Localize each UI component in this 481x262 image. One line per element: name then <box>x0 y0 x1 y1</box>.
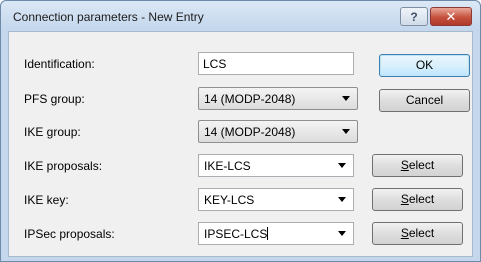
select-label: elect <box>408 226 435 240</box>
window-title: Connection parameters - New Entry <box>13 10 204 24</box>
ike-group-value: 14 (MODP-2048) <box>204 125 296 139</box>
ike-group-label: IKE group: <box>24 125 81 139</box>
ipsec-proposals-value: IPSEC-LCS <box>204 227 268 241</box>
ike-key-combo[interactable]: KEY-LCS <box>198 188 354 211</box>
identification-value: LCS <box>203 57 227 71</box>
ike-group-dropdown[interactable]: 14 (MODP-2048) <box>198 120 358 143</box>
dropdown-arrow-icon[interactable] <box>338 163 346 168</box>
dialog-window: Connection parameters - New Entry ? ✕ Id… <box>0 0 481 262</box>
title-bar[interactable]: Connection parameters - New Entry ? ✕ <box>1 1 480 31</box>
dropdown-arrow-icon <box>342 96 350 101</box>
ipsec-proposals-input: IPSEC-LCS <box>204 227 269 241</box>
ipsec-proposals-label: IPSec proposals: <box>24 227 115 241</box>
select-accelerator: S <box>400 226 409 240</box>
close-x-icon: ✕ <box>445 9 457 24</box>
close-button[interactable]: ✕ <box>430 7 472 26</box>
text-cursor <box>267 227 269 240</box>
dropdown-arrow-icon[interactable] <box>338 197 346 202</box>
dialog-content: Identification: LCS PFS group: 14 (MODP-… <box>8 31 473 257</box>
cancel-button[interactable]: Cancel <box>379 89 470 112</box>
ike-proposals-label: IKE proposals: <box>24 159 103 173</box>
help-question-icon: ? <box>410 9 418 24</box>
ike-key-label: IKE key: <box>24 193 69 207</box>
pfs-group-label: PFS group: <box>24 92 85 106</box>
identification-label: Identification: <box>24 57 95 71</box>
pfs-group-value: 14 (MODP-2048) <box>204 92 296 106</box>
pfs-group-dropdown[interactable]: 14 (MODP-2048) <box>198 87 358 110</box>
select-ike-proposals-button[interactable]: Select <box>372 154 463 177</box>
ike-key-value: KEY-LCS <box>204 193 255 207</box>
ike-proposals-value: IKE-LCS <box>204 159 251 173</box>
ok-button[interactable]: OK <box>379 54 470 77</box>
select-label: elect <box>408 192 435 206</box>
select-ike-key-button[interactable]: Select <box>372 188 463 211</box>
select-accelerator: S <box>400 158 409 172</box>
dropdown-arrow-icon[interactable] <box>338 231 346 236</box>
ipsec-proposals-combo[interactable]: IPSEC-LCS <box>198 222 354 245</box>
ike-proposals-combo[interactable]: IKE-LCS <box>198 154 354 177</box>
select-ipsec-proposals-button[interactable]: Select <box>372 222 463 245</box>
select-accelerator: S <box>400 192 409 206</box>
select-label: elect <box>408 158 435 172</box>
help-button[interactable]: ? <box>400 7 428 26</box>
dropdown-arrow-icon <box>342 129 350 134</box>
identification-field[interactable]: LCS <box>198 52 354 75</box>
